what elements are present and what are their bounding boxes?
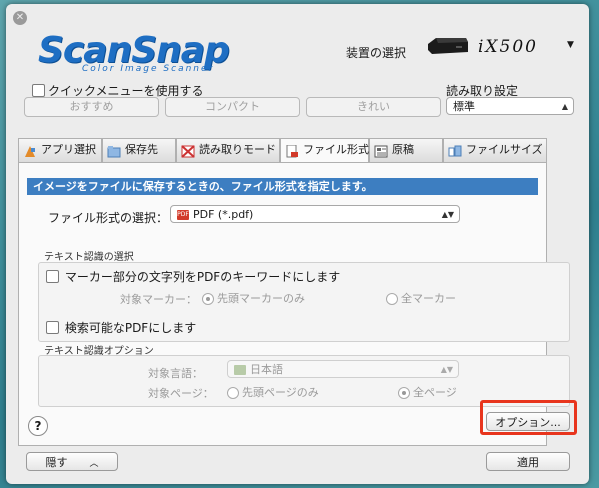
tab-file-format[interactable]: ファイル形式 — [280, 138, 369, 163]
pdf-icon: PDF — [177, 210, 189, 220]
radio-selected-icon — [202, 293, 214, 305]
quick-menu-checkbox[interactable] — [32, 84, 45, 97]
first-page-label: 先頭ページのみ — [242, 386, 319, 399]
pages-label: 対象ページ： — [148, 387, 214, 400]
tab-scan-mode[interactable]: 読み取りモード — [176, 138, 280, 162]
all-pages-label: 全ページ — [413, 386, 457, 399]
all-pages-radio[interactable]: 全ページ — [398, 384, 457, 400]
logo-subtitle: Color Image Scanner — [82, 64, 215, 74]
language-label: 対象言語： — [148, 367, 203, 380]
app-select-icon — [23, 144, 37, 157]
select-arrows-icon: ▲ — [561, 102, 568, 111]
radio-empty-icon — [227, 387, 239, 399]
scanner-icon[interactable] — [426, 36, 470, 56]
select-arrows-icon: ▲▼ — [440, 365, 453, 374]
searchable-pdf-label: 検索可能なPDFにします — [64, 321, 197, 335]
close-icon[interactable]: ✕ — [13, 11, 27, 25]
tab-label: 原稿 — [392, 143, 414, 156]
select-arrows-icon: ▲▼ — [441, 210, 454, 219]
tab-label: アプリ選択 — [41, 143, 96, 156]
tab-label: 読み取りモード — [199, 143, 276, 156]
read-settings-value: 標準 — [453, 100, 475, 113]
hide-label: 隠す — [45, 456, 68, 469]
tab-save-location[interactable]: 保存先 — [102, 138, 176, 162]
marker-keyword-row[interactable]: マーカー部分の文字列をPDFのキーワードにします — [46, 268, 340, 285]
device-dropdown-arrow-icon[interactable]: ▼ — [567, 40, 574, 50]
scan-mode-icon — [181, 144, 195, 158]
file-format-icon — [285, 144, 299, 157]
quick-menu-label: クイックメニューを使用する — [48, 84, 204, 98]
apply-button[interactable]: 適用 — [486, 452, 570, 471]
document-icon — [374, 144, 388, 157]
all-markers-label: 全マーカー — [401, 292, 456, 305]
target-marker-label: 対象マーカー： — [120, 293, 197, 306]
file-format-value: PDF (*.pdf) — [193, 208, 254, 221]
language-select[interactable]: 日本語 ▲▼ — [227, 360, 459, 378]
searchable-pdf-checkbox[interactable] — [46, 321, 59, 334]
first-marker-radio[interactable]: 先頭マーカーのみ — [202, 290, 305, 306]
folder-icon — [107, 144, 121, 157]
hide-button[interactable]: 隠す ︿ — [26, 452, 118, 471]
marker-keyword-label: マーカー部分の文字列をPDFのキーワードにします — [64, 270, 341, 284]
tab-document[interactable]: 原稿 — [369, 138, 443, 162]
tab-label: ファイルサイズ — [466, 143, 543, 156]
format-select-label: ファイル形式の選択： — [48, 211, 169, 225]
marker-keyword-checkbox[interactable] — [46, 270, 59, 283]
device-select-label: 装置の選択 — [346, 46, 407, 60]
first-marker-label: 先頭マーカーのみ — [217, 292, 305, 305]
read-settings-select[interactable]: 標準 ▲ — [446, 97, 574, 115]
panel-header: イメージをファイルに保存するときの、ファイル形式を指定します。 — [27, 178, 538, 195]
tab-file-size[interactable]: ファイルサイズ — [443, 138, 547, 162]
device-model[interactable]: iX500 — [478, 37, 538, 57]
preset-compact-button[interactable]: コンパクト — [165, 97, 300, 117]
all-markers-radio[interactable]: 全マーカー — [386, 290, 456, 306]
preset-recommended-button[interactable]: おすすめ — [24, 97, 159, 117]
scansnap-logo: ScanSnap Color Image Scanner — [38, 32, 288, 76]
tab-label: 保存先 — [125, 143, 158, 156]
file-size-icon — [448, 144, 462, 157]
file-format-select[interactable]: PDF PDF (*.pdf) ▲▼ — [170, 205, 460, 223]
searchable-pdf-row[interactable]: 検索可能なPDFにします — [46, 319, 196, 336]
preset-clean-button[interactable]: きれい — [306, 97, 441, 117]
radio-selected-icon — [398, 387, 410, 399]
chevron-up-icon: ︿ — [89, 459, 99, 469]
radio-empty-icon — [386, 293, 398, 305]
help-button[interactable]: ? — [28, 416, 48, 436]
tab-app-select[interactable]: アプリ選択 — [18, 138, 102, 162]
text-recognition-title: テキスト認識の選択 — [44, 252, 134, 263]
tab-label: ファイル形式 — [303, 143, 369, 156]
first-page-radio[interactable]: 先頭ページのみ — [227, 384, 319, 400]
scansnap-settings-window: ✕ ScanSnap Color Image Scanner 装置の選択 iX5… — [6, 4, 589, 484]
language-flag-icon — [234, 365, 246, 375]
language-value: 日本語 — [250, 363, 283, 376]
options-button[interactable]: オプション... — [486, 412, 570, 431]
